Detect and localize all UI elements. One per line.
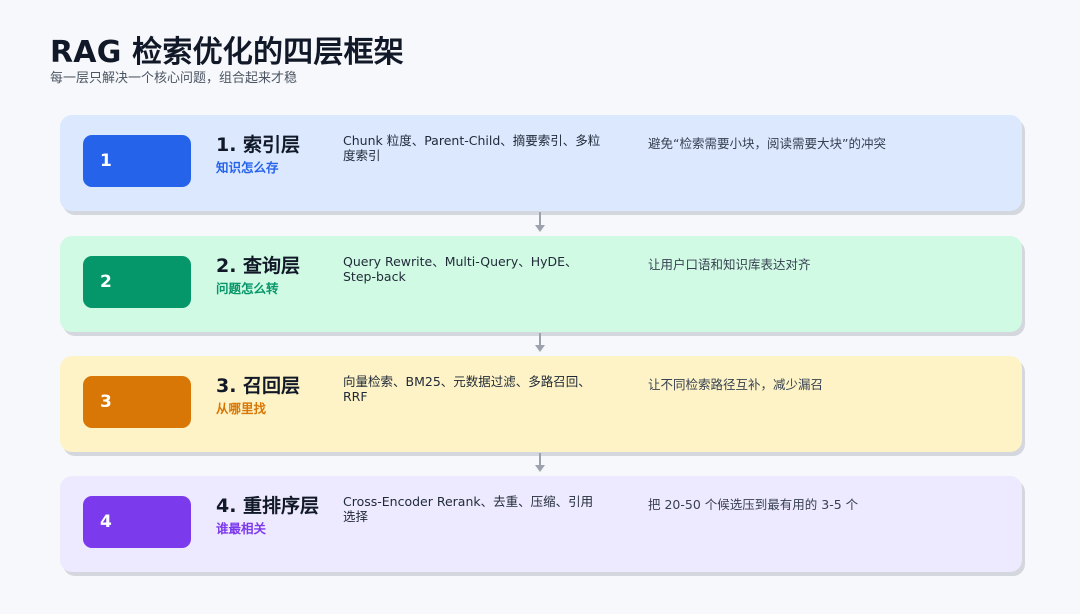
layer-number-badge: 1 bbox=[83, 135, 191, 187]
layer-question: 问题怎么转 bbox=[216, 281, 279, 296]
page-title: RAG 检索优化的四层框架 bbox=[50, 35, 404, 70]
layer-methods: 向量检索、BM25、元数据过滤、多路召回、RRF bbox=[343, 374, 591, 404]
layer-card-index: 1 1. 索引层 知识怎么存 Chunk 粒度、Parent-Child、摘要索… bbox=[60, 115, 1022, 211]
layer-title: 1. 索引层 bbox=[216, 134, 301, 156]
layer-goal: 把 20-50 个候选压到最有用的 3-5 个 bbox=[648, 497, 859, 512]
down-arrow-connector bbox=[535, 453, 545, 472]
layer-number-badge: 3 bbox=[83, 376, 191, 428]
layer-goal: 让不同检索路径互补，减少漏召 bbox=[648, 377, 824, 392]
layer-card-rerank: 4 4. 重排序层 谁最相关 Cross-Encoder Rerank、去重、压… bbox=[60, 476, 1022, 572]
layer-title: 2. 查询层 bbox=[216, 255, 301, 277]
layer-card-query: 2 2. 查询层 问题怎么转 Query Rewrite、Multi-Query… bbox=[60, 236, 1022, 332]
layer-question: 从哪里找 bbox=[216, 401, 267, 416]
layer-question: 谁最相关 bbox=[216, 521, 267, 536]
layer-methods: Query Rewrite、Multi-Query、HyDE、Step-back bbox=[343, 254, 578, 284]
layer-methods: Chunk 粒度、Parent-Child、摘要索引、多粒度索引 bbox=[343, 133, 601, 163]
page-subtitle: 每一层只解决一个核心问题，组合起来才稳 bbox=[50, 71, 298, 86]
layer-question: 知识怎么存 bbox=[216, 160, 279, 175]
layer-number-badge: 2 bbox=[83, 256, 191, 308]
layer-methods: Cross-Encoder Rerank、去重、压缩、引用选择 bbox=[343, 494, 594, 524]
layer-title: 3. 召回层 bbox=[216, 375, 301, 397]
down-arrow-connector bbox=[535, 333, 545, 352]
layer-goal: 让用户口语和知识库表达对齐 bbox=[648, 257, 811, 272]
layer-goal: 避免“检索需要小块，阅读需要大块”的冲突 bbox=[648, 136, 886, 151]
layer-title: 4. 重排序层 bbox=[216, 495, 320, 517]
layer-card-recall: 3 3. 召回层 从哪里找 向量检索、BM25、元数据过滤、多路召回、RRF 让… bbox=[60, 356, 1022, 452]
layer-number-badge: 4 bbox=[83, 496, 191, 548]
down-arrow-connector bbox=[535, 212, 545, 232]
